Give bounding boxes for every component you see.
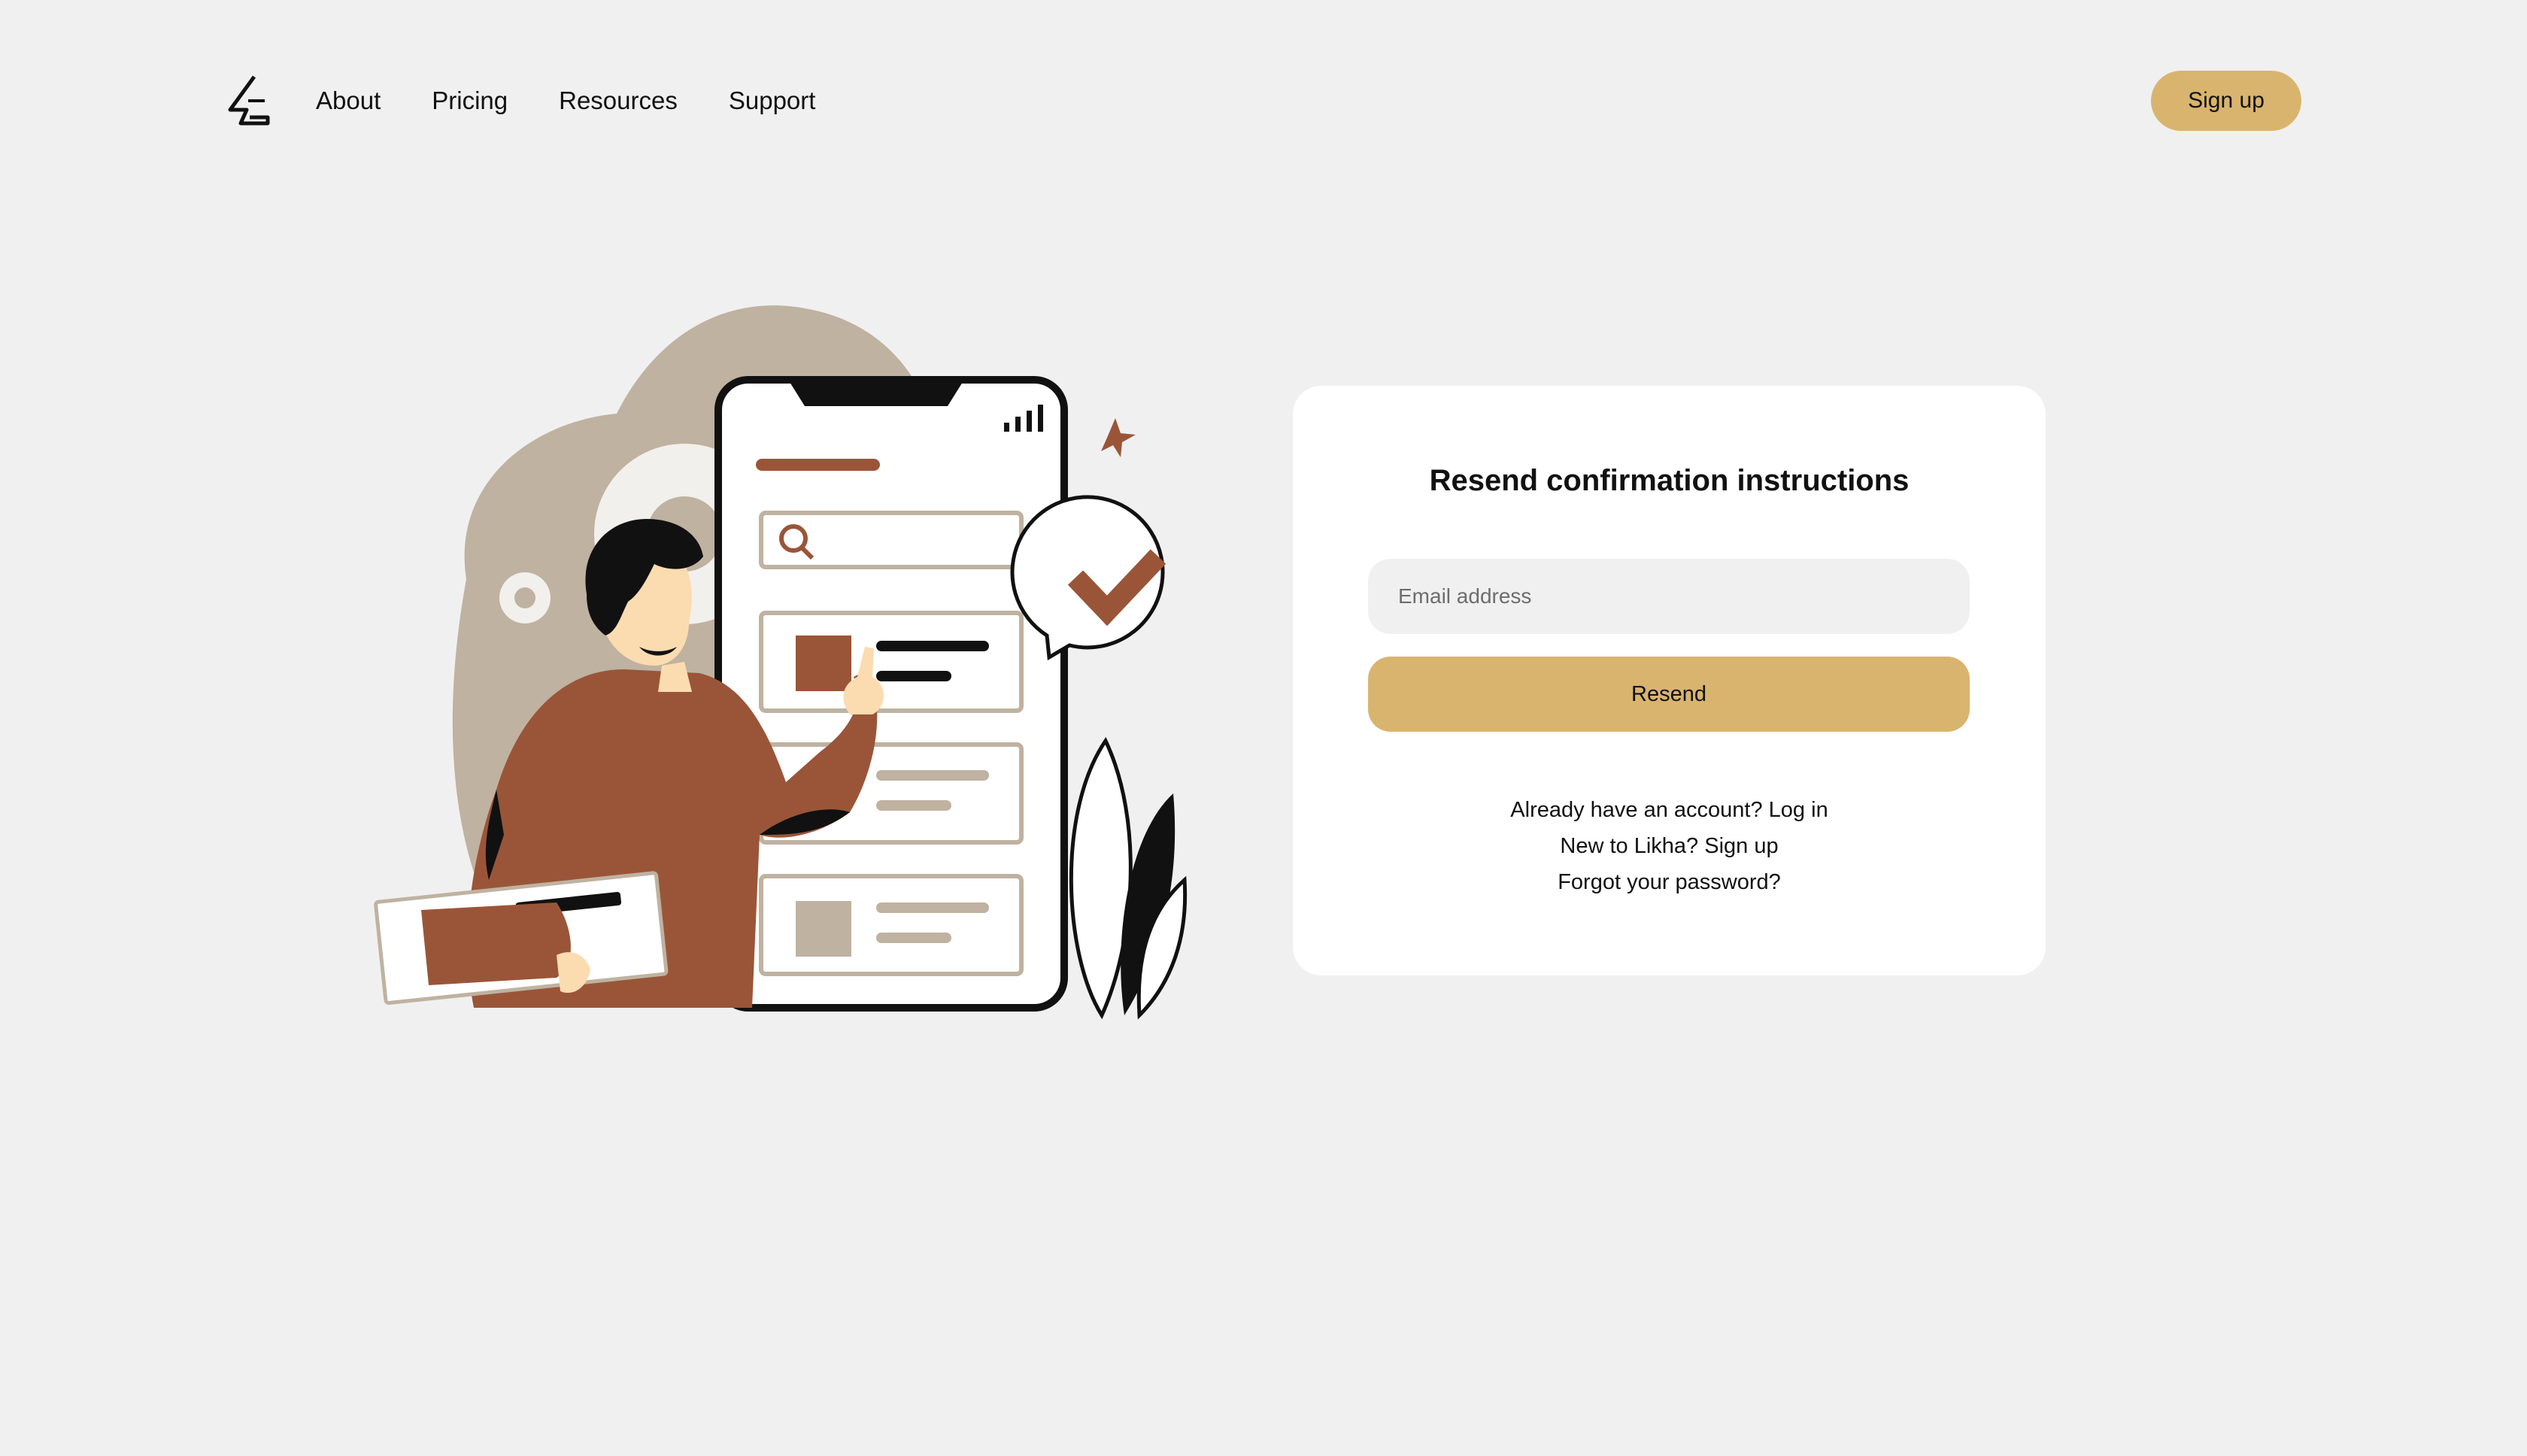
card-title: Resend confirmation instructions xyxy=(1429,464,1910,497)
nav-pricing-link[interactable]: Pricing xyxy=(432,83,508,119)
signup-link[interactable]: New to Likha? Sign up xyxy=(1293,828,2046,864)
resend-confirmation-card: Resend confirmation instructions Resend … xyxy=(1293,386,2046,975)
nav-support-link[interactable]: Support xyxy=(729,83,816,119)
logo-icon[interactable] xyxy=(226,75,271,126)
forgot-password-link[interactable]: Forgot your password? xyxy=(1293,864,2046,900)
nav-about-link[interactable]: About xyxy=(316,83,381,119)
top-nav: About Pricing Resources Support Sign up xyxy=(0,0,2527,203)
email-field[interactable] xyxy=(1368,559,1970,634)
resend-button[interactable]: Resend xyxy=(1368,657,1970,732)
nav-resources-link[interactable]: Resources xyxy=(559,83,678,119)
person-phone-illustration xyxy=(374,305,1188,1020)
login-link[interactable]: Already have an account? Log in xyxy=(1293,792,2046,828)
signup-button[interactable]: Sign up xyxy=(2151,71,2301,131)
nav-links: About Pricing Resources Support xyxy=(316,83,815,119)
auth-links: Already have an account? Log in New to L… xyxy=(1293,792,2046,900)
